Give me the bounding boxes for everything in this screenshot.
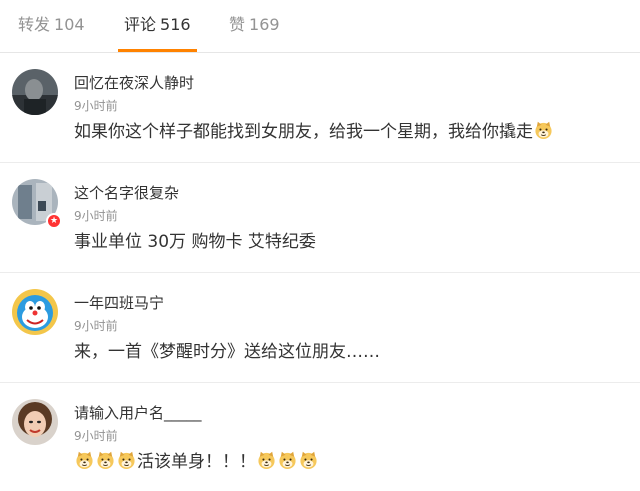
tab-likes-label: 赞 — [229, 15, 246, 34]
tab-reposts-count: 104 — [54, 15, 85, 34]
comment-text: 如果你这个样子都能找到女朋友，给我一个星期，我给你撬走 — [74, 120, 554, 144]
comment-time: 9小时前 — [74, 319, 118, 333]
tab-comments-count: 516 — [160, 15, 191, 34]
comment-list: 回忆在夜深人静时 9小时前 如果你这个样子都能找到女朋友，给我一个星期，我给你撬… — [0, 53, 640, 491]
doge-emoji-icon — [278, 451, 297, 470]
tab-likes-count: 169 — [249, 15, 280, 34]
tab-reposts-label: 转发 — [18, 15, 51, 34]
avatar-image — [12, 289, 58, 335]
avatar[interactable] — [12, 69, 58, 115]
tab-likes[interactable]: 赞 169 — [229, 0, 280, 52]
doge-emoji-icon — [257, 451, 276, 470]
comment-item: 回忆在夜深人静时 9小时前 如果你这个样子都能找到女朋友，给我一个星期，我给你撬… — [0, 53, 640, 163]
comment-time: 9小时前 — [74, 209, 118, 223]
comment-item: ★ 这个名字很复杂 9小时前 事业单位 30万 购物卡 艾特纪委 — [0, 163, 640, 273]
avatar-image — [12, 399, 58, 445]
comment-username[interactable]: 这个名字很复杂 — [74, 182, 179, 203]
tab-comments[interactable]: 评论 516 — [118, 0, 197, 52]
comment-item: 请输入用户名_____ 9小时前 活该单身！！！ — [0, 383, 640, 491]
comment-text: 活该单身！！！ — [74, 450, 319, 474]
comment-text: 事业单位 30万 购物卡 艾特纪委 — [74, 232, 316, 252]
doge-emoji-icon — [117, 451, 136, 470]
comment-time: 9小时前 — [74, 429, 118, 443]
tab-comments-label: 评论 — [124, 15, 157, 34]
comment-username[interactable]: 一年四班马宁 — [74, 292, 164, 313]
avatar[interactable] — [12, 399, 58, 445]
comment-text-content: 活该单身！！！ — [137, 452, 256, 472]
avatar-image — [12, 69, 58, 115]
comment-username[interactable]: 回忆在夜深人静时 — [74, 72, 194, 93]
comment-text: 来，一首《梦醒时分》送给这位朋友…… — [74, 342, 380, 362]
doge-emoji-icon — [96, 451, 115, 470]
comment-text-content: 如果你这个样子都能找到女朋友，给我一个星期，我给你撬走 — [74, 122, 533, 142]
verified-badge-icon: ★ — [46, 213, 62, 229]
comment-time: 9小时前 — [74, 99, 118, 113]
comment-username[interactable]: 请输入用户名_____ — [74, 402, 202, 423]
doge-emoji-icon — [75, 451, 94, 470]
comment-item: 一年四班马宁 9小时前 来，一首《梦醒时分》送给这位朋友…… — [0, 273, 640, 383]
avatar[interactable] — [12, 289, 58, 335]
doge-emoji-icon — [534, 121, 553, 140]
tab-reposts[interactable]: 转发 104 — [18, 0, 85, 52]
comment-tabs: 转发 104 评论 516 赞 169 — [0, 0, 640, 53]
doge-emoji-icon — [299, 451, 318, 470]
